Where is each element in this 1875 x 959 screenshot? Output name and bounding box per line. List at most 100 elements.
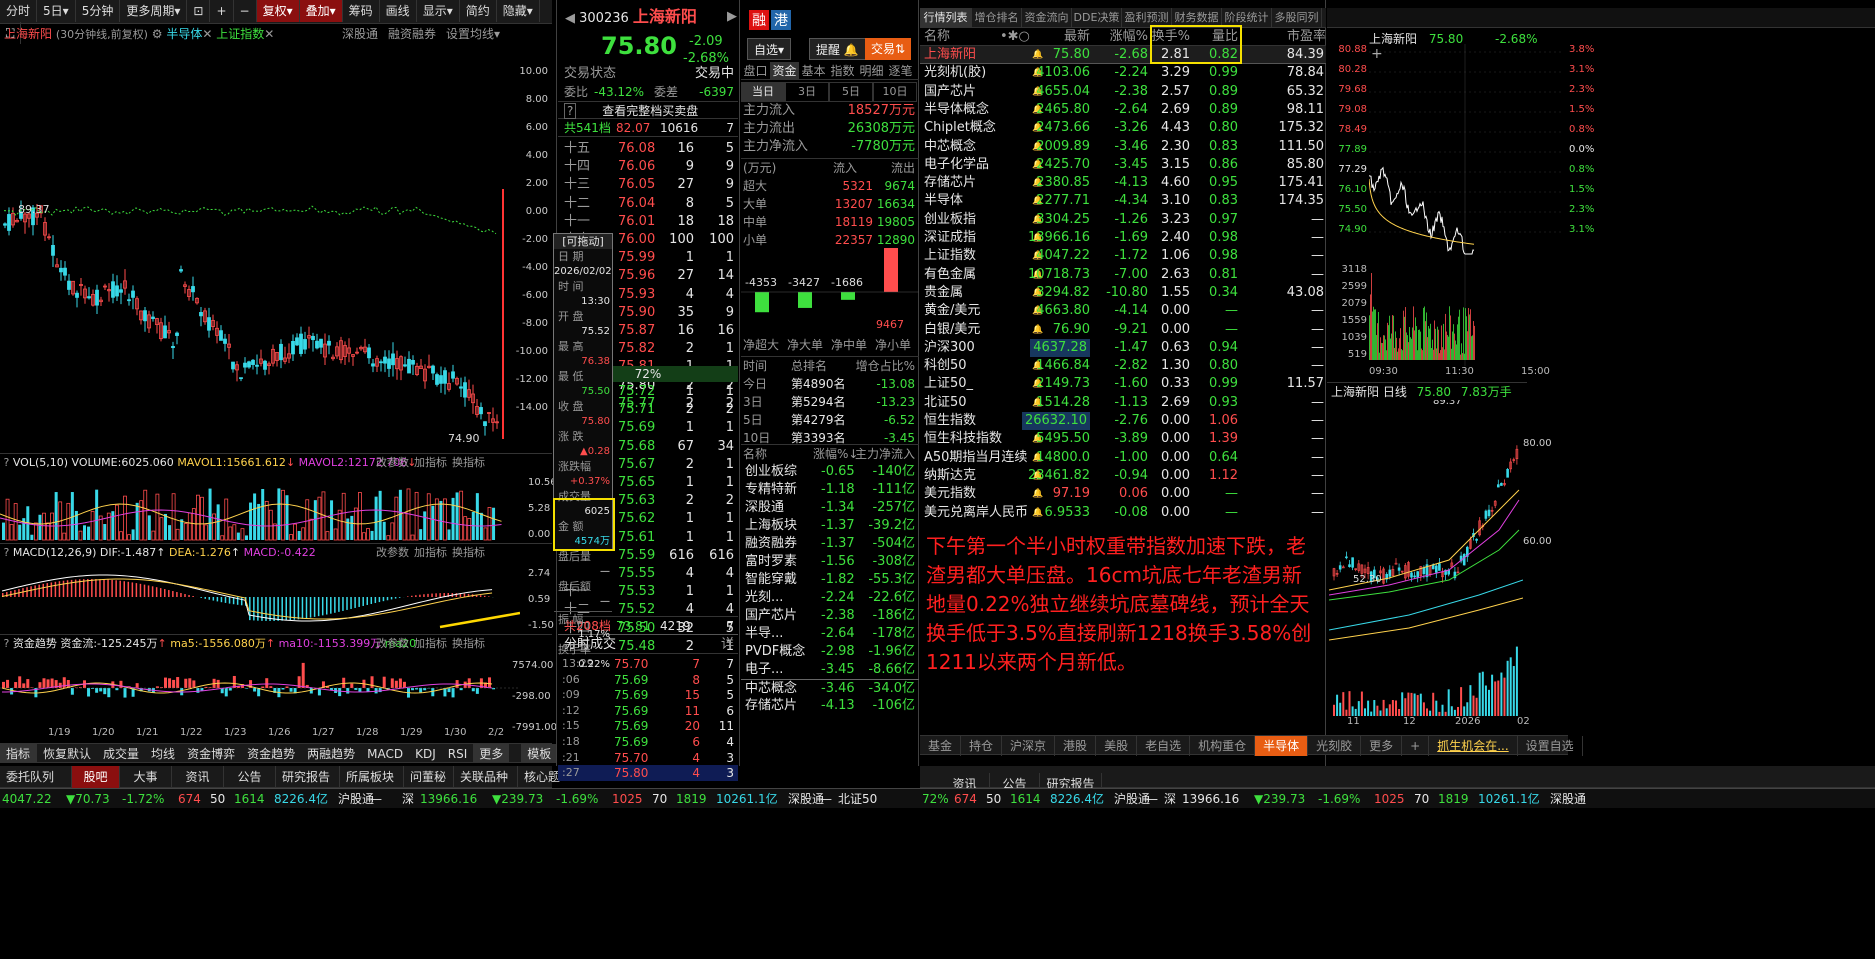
fundflow-tab-1[interactable]: 资金 xyxy=(770,62,799,80)
ticks-detail-button[interactable]: 详 xyxy=(721,635,734,655)
btn-simple[interactable]: 简约 xyxy=(460,0,497,22)
next-stock-icon[interactable]: ▶ xyxy=(727,6,737,28)
watchlist-button[interactable]: 自选▾ xyxy=(747,38,792,60)
sector-row[interactable]: 光刻... -2.24 -22.6亿 xyxy=(741,589,919,607)
tab-related[interactable]: 关联品种 xyxy=(454,766,518,788)
period-tab-2[interactable]: 5日 xyxy=(829,82,873,102)
tab-more[interactable]: 更多 xyxy=(473,744,510,764)
market-row[interactable]: 上证指数 🔔 4047.22 -1.72 1.06 0.98— xyxy=(920,247,1326,265)
sector-row[interactable]: 中芯概念 -3.46 -34.0亿 xyxy=(741,679,919,697)
market-row[interactable]: 纳斯达克 🔔 23461.82 -0.94 0.00 1.12— xyxy=(920,467,1326,485)
market-row[interactable]: 白银/美元 🔔 76.90 -9.21 0.00 — — xyxy=(920,321,1326,339)
market-row[interactable]: 恒生指数🔔26632.10-2.760.001.06— xyxy=(920,412,1326,430)
market-row[interactable]: 贵金属 🔔 3294.82 -10.80 1.55 0.34 43.08 xyxy=(920,284,1326,302)
market-row[interactable]: 黄金/美元 🔔 4663.80 -4.14 0.00— — xyxy=(920,302,1326,320)
watchlist-tab-5[interactable]: 老自选 xyxy=(1137,736,1191,756)
fundflow-tab-4[interactable]: 明细 xyxy=(857,62,886,80)
sector-row[interactable]: 专精特新 -1.18 -111亿 xyxy=(741,481,919,499)
watchlist-tab-2[interactable]: 沪深京 xyxy=(1002,736,1056,756)
settings-icon[interactable]: ⚙ xyxy=(152,27,163,41)
tab-sectors[interactable]: 所属板块 xyxy=(340,766,404,788)
sell-level[interactable]: 十三 76.05 27 9 xyxy=(558,176,738,194)
watchlist-tab-1[interactable]: 持仓 xyxy=(961,736,1003,756)
watchlist-tab-10[interactable]: + xyxy=(1402,736,1430,756)
tab-macd[interactable]: MACD xyxy=(361,744,409,764)
bell-icon[interactable]: 🔔 xyxy=(1032,504,1043,522)
tab-research[interactable]: 研究报告 xyxy=(276,766,340,788)
market-th-5[interactable]: 市盈率 xyxy=(1287,28,1326,46)
market-row[interactable]: 美元指数 🔔 97.19 0.06 0.00 — — xyxy=(920,485,1326,503)
market-tab-3[interactable]: DDE决策 xyxy=(1072,8,1122,27)
bell-icon[interactable]: 🔔 xyxy=(1032,485,1043,503)
btn-hide[interactable]: 隐藏▾ xyxy=(497,0,540,22)
popup-drag-handle[interactable]: [可拖动] xyxy=(554,234,612,249)
market-row[interactable]: 北证50 🔔 1514.28 -1.13 2.69 0.93— xyxy=(920,394,1326,412)
market-row[interactable]: 上证50_ 🔔 2149.73 -1.60 0.33 0.99 11.57 xyxy=(920,375,1326,393)
market-row[interactable]: 中芯概念 🔔 2009.89 -3.46 2.30 0.83 111.50 xyxy=(920,138,1326,156)
sell-level[interactable]: 十五 76.08 16 5 xyxy=(558,140,738,158)
tab-events[interactable]: 大事 xyxy=(120,766,172,788)
trade-button[interactable]: 交易⇅ xyxy=(865,38,912,60)
market-star-icon[interactable]: •✱○ xyxy=(1000,28,1030,46)
link-add-indicator[interactable]: 加指标 xyxy=(414,544,447,562)
link-edit-params[interactable]: 改参数 xyxy=(376,635,409,653)
daily-mini-chart[interactable]: 89.37 52.30 xyxy=(1329,400,1523,728)
close-icon[interactable]: ✕ xyxy=(264,27,274,41)
tab-announce[interactable]: 公告 xyxy=(224,766,276,788)
btn-overlay[interactable]: 叠加▾ xyxy=(299,0,343,22)
btn-timeline[interactable]: 分时 xyxy=(0,0,38,22)
market-row[interactable]: A50期指当月连续 🔔 14800.0 -1.00 0.00 0.64— xyxy=(920,449,1326,467)
sector-row[interactable]: 上海板块 -1.37 -39.2亿 xyxy=(741,517,919,535)
watchlist-tab-12[interactable]: 设置自选 xyxy=(1518,736,1583,756)
market-th-0[interactable]: 名称 xyxy=(924,28,950,46)
btn-5min[interactable]: 5分钟 xyxy=(76,0,121,22)
tab-order-queue[interactable]: 委托队列 xyxy=(0,766,72,788)
market-row[interactable]: 半导体概念 🔔 2465.80 -2.64 2.69 0.89 98.11 xyxy=(920,101,1326,119)
tab-ask-secretary[interactable]: 问董秘 xyxy=(404,766,454,788)
watchlist-tab-8[interactable]: 光刻胶 xyxy=(1308,736,1362,756)
plus-icon[interactable]: + xyxy=(210,0,234,22)
market-row[interactable]: 深证成指 🔔 13966.16 -1.69 2.40 0.98— xyxy=(920,229,1326,247)
bell-icon[interactable]: 🔔 xyxy=(1032,46,1043,64)
watchlist-tab-4[interactable]: 美股 xyxy=(1096,736,1138,756)
sector-row[interactable]: 创业板综 -0.65 -140亿 xyxy=(741,463,919,481)
link-switch-indicator[interactable]: 换指标 xyxy=(452,544,485,562)
market-row[interactable]: 恒生科技指数 🔔 5495.50 -3.89 0.00 1.39— xyxy=(920,430,1326,448)
market-row[interactable]: 光刻机(胶) 🔔 4103.06 -2.24 3.29 0.99 78.84 xyxy=(920,64,1326,82)
market-row[interactable]: 创业板指 🔔 3304.25 -1.26 3.23 0.97— xyxy=(920,211,1326,229)
tab-ma[interactable]: 均线 xyxy=(145,744,181,764)
market-th-1[interactable]: 最新 xyxy=(1064,28,1090,46)
btn-draw[interactable]: 画线 xyxy=(380,0,417,22)
market-tab-7[interactable]: 多股同列 xyxy=(1272,8,1322,27)
tab-guba[interactable]: 股吧 xyxy=(72,766,120,788)
fundflow-tab-2[interactable]: 基本 xyxy=(799,62,828,80)
minus-icon[interactable]: − xyxy=(234,0,257,22)
btn-5day[interactable]: 5日▾ xyxy=(37,0,76,22)
market-tab-1[interactable]: 增仓排名 xyxy=(972,8,1022,27)
sector-row[interactable]: 电子... -3.45 -8.66亿 xyxy=(741,661,919,679)
btn-display[interactable]: 显示▾ xyxy=(417,0,460,22)
sector-row[interactable]: 深股通 -1.34 -257亿 xyxy=(741,499,919,517)
tab-fund-game[interactable]: 资金博弈 xyxy=(181,744,241,764)
market-row[interactable]: 国产芯片 🔔 4655.04 -2.38 2.57 0.89 65.32 xyxy=(920,83,1326,101)
watchlist-tab-0[interactable]: 基金 xyxy=(920,736,962,756)
period-tab-3[interactable]: 10日 xyxy=(873,82,917,102)
market-th-2[interactable]: 涨幅% xyxy=(1110,28,1148,46)
sector-row[interactable]: 融资融券 -1.37 -504亿 xyxy=(741,535,919,553)
fundflow-tab-0[interactable]: 盘口 xyxy=(741,62,770,80)
link-margin[interactable]: 融资融券 xyxy=(388,25,436,43)
link-add-indicator[interactable]: 加指标 xyxy=(414,635,447,653)
sector-row[interactable]: 存储芯片 -4.13 -106亿 xyxy=(741,697,919,715)
tab-indicator[interactable]: 指标 xyxy=(0,744,38,764)
period-tab-0[interactable]: 当日 xyxy=(741,82,785,102)
link-switch-indicator[interactable]: 换指标 xyxy=(452,635,485,653)
market-row[interactable]: 半导体 🔔 2277.71 -4.34 3.10 0.83 174.35 xyxy=(920,192,1326,210)
lock-icon[interactable]: ⊡ xyxy=(187,0,211,22)
market-row[interactable]: 上海新阳 🔔 75.80 -2.68 2.81 0.82 84.39 xyxy=(920,46,1326,64)
alert-button[interactable]: 提醒 🔔 xyxy=(809,38,866,60)
sell-level[interactable]: 十一 76.01 18 18 xyxy=(558,213,738,231)
tab-fund-trend[interactable]: 资金趋势 xyxy=(241,744,301,764)
full-queue-link[interactable]: ? 查看完整档买卖盘 xyxy=(558,101,738,119)
tab-kdj[interactable]: KDJ xyxy=(409,744,442,764)
tab-reset[interactable]: 恢复默认 xyxy=(37,744,97,764)
